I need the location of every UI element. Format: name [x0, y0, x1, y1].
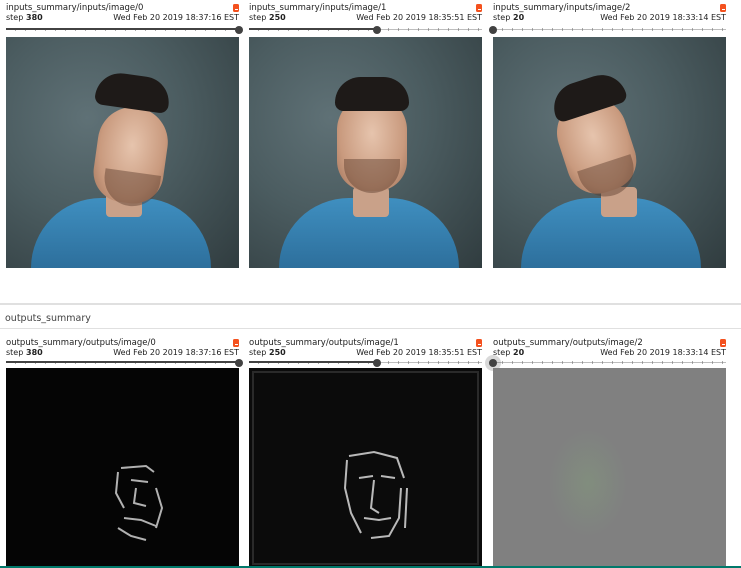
edge-map — [114, 464, 164, 541]
step-row: step 250 Wed Feb 20 2019 18:35:51 EST — [249, 4, 482, 23]
slider-fill — [249, 361, 377, 363]
step-slider[interactable] — [249, 26, 482, 34]
image-tag: inputs_summary/inputs/image/2 — [493, 3, 631, 13]
section-title[interactable]: outputs_summary — [5, 313, 91, 324]
output-image — [249, 368, 482, 568]
expand-icon[interactable] — [720, 4, 726, 12]
output-card-1: outputs_summary/outputs/image/1 step 250… — [249, 335, 482, 568]
image-tag: outputs_summary/outputs/image/0 — [6, 338, 156, 348]
slider-fill — [6, 28, 239, 30]
step-value: 20 — [513, 13, 525, 22]
hair — [93, 70, 173, 114]
input-card-0: inputs_summary/inputs/image/0 step 380 W… — [6, 0, 243, 268]
step-row: step 380 Wed Feb 20 2019 18:37:16 EST — [6, 4, 239, 23]
edge-map — [252, 371, 479, 565]
expand-icon[interactable] — [476, 339, 482, 347]
beard — [344, 159, 400, 193]
step-row: step 20 Wed Feb 20 2019 18:33:14 EST — [493, 339, 726, 358]
step-row: step 380 Wed Feb 20 2019 18:37:16 EST — [6, 339, 239, 358]
card-header: inputs_summary/inputs/image/0 step 380 W… — [6, 0, 239, 26]
input-card-2: inputs_summary/inputs/image/2 step 20 We… — [489, 0, 726, 268]
step-slider[interactable] — [249, 359, 482, 367]
card-header: outputs_summary/outputs/image/0 step 380… — [6, 335, 239, 361]
output-image — [493, 368, 726, 568]
slider-ticks — [493, 361, 726, 364]
expand-icon[interactable] — [233, 4, 239, 12]
step-label: step — [249, 13, 267, 22]
expand-icon[interactable] — [720, 339, 726, 347]
timestamp: Wed Feb 20 2019 18:37:16 EST — [113, 13, 239, 22]
expand-icon[interactable] — [233, 339, 239, 347]
input-image — [6, 37, 239, 268]
step-label: step — [6, 348, 24, 357]
output-card-2: outputs_summary/outputs/image/2 step 20 … — [489, 335, 726, 568]
step-row: step 250 Wed Feb 20 2019 18:35:51 EST — [249, 339, 482, 358]
image-tag: inputs_summary/inputs/image/0 — [6, 3, 144, 13]
step-value: 380 — [26, 13, 43, 22]
timestamp: Wed Feb 20 2019 18:35:51 EST — [356, 348, 482, 357]
step-label: step — [493, 13, 511, 22]
slider-knob[interactable] — [235, 359, 243, 367]
step-slider[interactable] — [6, 26, 243, 34]
image-tag: outputs_summary/outputs/image/1 — [249, 338, 399, 348]
step-label: step — [6, 13, 24, 22]
card-header: inputs_summary/inputs/image/2 step 20 We… — [493, 0, 726, 26]
output-card-0: outputs_summary/outputs/image/0 step 380… — [6, 335, 243, 568]
faint-blob — [548, 428, 628, 538]
card-header: outputs_summary/outputs/image/2 step 20 … — [493, 335, 726, 361]
timestamp: Wed Feb 20 2019 18:33:14 EST — [600, 13, 726, 22]
slider-ticks — [493, 28, 726, 31]
step-slider[interactable] — [6, 359, 243, 367]
step-slider[interactable] — [489, 26, 726, 34]
input-card-1: inputs_summary/inputs/image/1 step 250 W… — [249, 0, 482, 268]
slider-knob[interactable] — [373, 359, 381, 367]
timestamp: Wed Feb 20 2019 18:37:16 EST — [113, 348, 239, 357]
slider-knob[interactable] — [373, 26, 381, 34]
hair — [335, 77, 409, 111]
step-slider[interactable] — [489, 359, 726, 367]
slider-knob[interactable] — [489, 26, 497, 34]
step-row: step 20 Wed Feb 20 2019 18:33:14 EST — [493, 4, 726, 23]
step-value: 250 — [269, 348, 286, 357]
slider-fill — [249, 28, 377, 30]
timestamp: Wed Feb 20 2019 18:33:14 EST — [600, 348, 726, 357]
expand-icon[interactable] — [476, 4, 482, 12]
step-label: step — [493, 348, 511, 357]
section-divider — [0, 328, 741, 329]
output-image — [6, 368, 239, 568]
image-tag: inputs_summary/inputs/image/1 — [249, 3, 387, 13]
step-value: 250 — [269, 13, 286, 22]
card-header: inputs_summary/inputs/image/1 step 250 W… — [249, 0, 482, 26]
slider-knob[interactable] — [235, 26, 243, 34]
slider-fill — [6, 361, 239, 363]
input-image — [493, 37, 726, 268]
image-tag: outputs_summary/outputs/image/2 — [493, 338, 643, 348]
input-image — [249, 37, 482, 268]
section-divider — [0, 303, 741, 305]
step-value: 380 — [26, 348, 43, 357]
slider-knob[interactable] — [489, 359, 497, 367]
card-header: outputs_summary/outputs/image/1 step 250… — [249, 335, 482, 361]
step-label: step — [249, 348, 267, 357]
timestamp: Wed Feb 20 2019 18:35:51 EST — [356, 13, 482, 22]
step-value: 20 — [513, 348, 525, 357]
